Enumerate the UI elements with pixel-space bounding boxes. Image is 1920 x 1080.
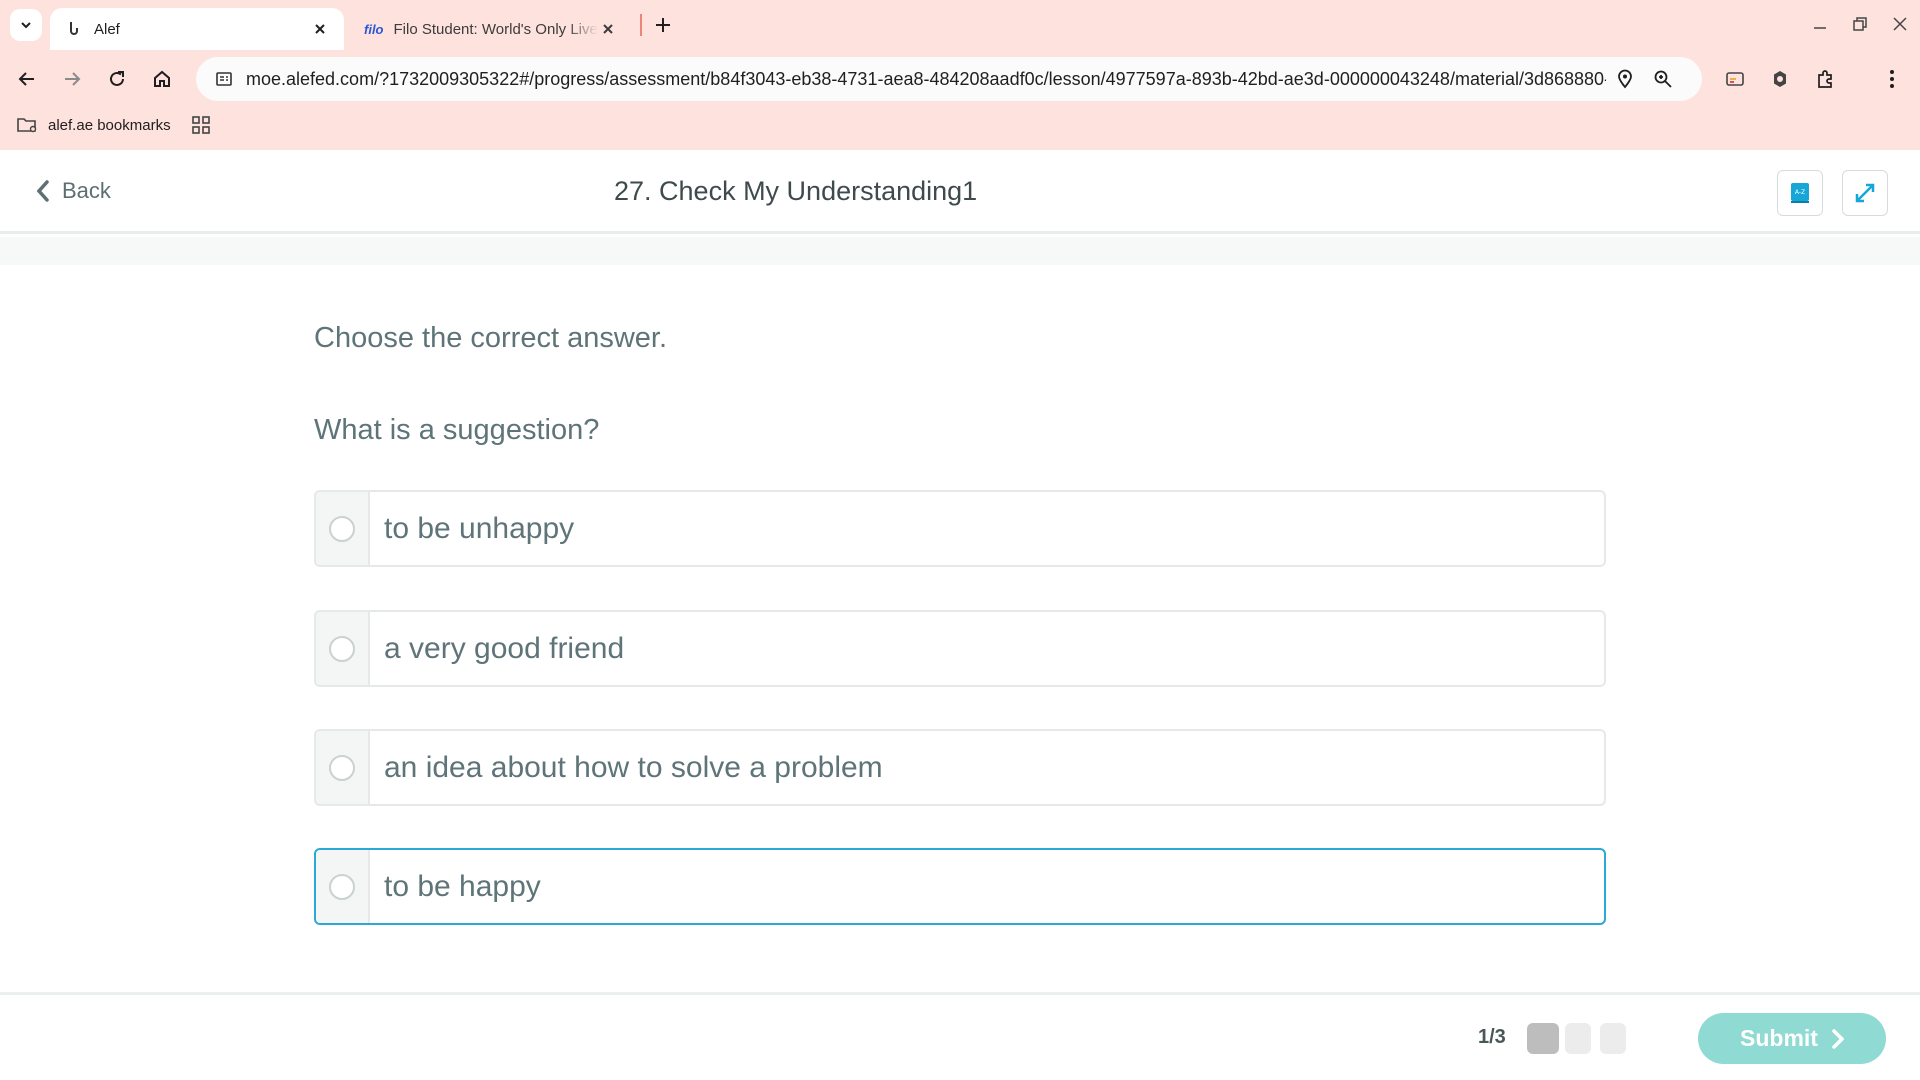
page-dot-active[interactable]: [1527, 1023, 1559, 1054]
forward-nav-button[interactable]: [55, 62, 89, 96]
close-icon[interactable]: [310, 19, 330, 39]
close-window-button[interactable]: [1886, 10, 1914, 38]
browser-toolbar: moe.alefed.com/?1732009305322#/progress/…: [0, 50, 1920, 108]
browser-menu-button[interactable]: [1875, 62, 1909, 96]
fullscreen-button[interactable]: [1842, 170, 1888, 216]
answer-option[interactable]: to be happy: [314, 848, 1606, 925]
more-vert-icon: [1890, 70, 1894, 88]
page-dot[interactable]: [1600, 1023, 1626, 1054]
footer-divider: [0, 992, 1920, 995]
page-dot[interactable]: [1565, 1023, 1591, 1054]
restore-button[interactable]: [1846, 10, 1874, 38]
alef-favicon-icon: [64, 20, 82, 38]
folder-icon: [16, 116, 38, 134]
bookmarks-bar: alef.ae bookmarks: [0, 108, 1920, 150]
home-icon: [154, 70, 170, 87]
puzzle-icon: [1818, 70, 1832, 88]
chevron-left-icon: [36, 180, 50, 202]
tab-filo[interactable]: filo Filo Student: World's Only Live Ins…: [352, 8, 630, 50]
home-button[interactable]: [145, 62, 179, 96]
page-indicator: 1/3: [1478, 1026, 1506, 1048]
bookmark-folder[interactable]: alef.ae bookmarks: [16, 116, 171, 134]
expand-icon: [1855, 183, 1875, 203]
address-bar[interactable]: moe.alefed.com/?1732009305322#/progress/…: [196, 57, 1702, 101]
apps-grid-icon[interactable]: [192, 116, 210, 139]
new-tab-button[interactable]: [650, 12, 676, 38]
extension-button[interactable]: [1763, 62, 1797, 96]
close-icon[interactable]: [598, 19, 618, 39]
close-icon: [1893, 17, 1907, 31]
extensions-menu-button[interactable]: [1808, 62, 1842, 96]
header-shadow-strip: [0, 237, 1920, 265]
arrow-right-icon: [65, 72, 81, 86]
chevron-right-icon: [1832, 1028, 1844, 1049]
option-text: an idea about how to solve a problem: [384, 750, 883, 784]
answer-option[interactable]: to be unhappy: [314, 490, 1606, 567]
radio-cell[interactable]: [316, 492, 370, 565]
radio-button[interactable]: [329, 635, 355, 662]
radio-button[interactable]: [329, 515, 355, 542]
minimize-icon: [1814, 27, 1826, 29]
radio-cell[interactable]: [316, 850, 370, 923]
question-instruction: Choose the correct answer.: [314, 322, 668, 354]
extension-gear-icon: [1774, 71, 1786, 87]
radio-button[interactable]: [329, 873, 355, 900]
tab-title: Filo Student: World's Only Live Instant …: [393, 20, 599, 38]
tab-search-button[interactable]: [10, 9, 42, 41]
tab-alef[interactable]: Alef: [50, 8, 344, 50]
radio-button[interactable]: [329, 754, 355, 781]
filo-favicon-icon: filo: [364, 21, 384, 37]
question-prompt: What is a suggestion?: [314, 414, 600, 446]
back-button[interactable]: Back: [36, 178, 111, 204]
lesson-header: Back 27. Check My Understanding1 A-Z: [0, 150, 1920, 234]
option-text: a very good friend: [384, 631, 625, 665]
svg-text:A-Z: A-Z: [1795, 189, 1805, 196]
back-nav-button[interactable]: [10, 62, 44, 96]
option-text: to be happy: [384, 869, 541, 903]
answer-option[interactable]: an idea about how to solve a problem: [314, 729, 1606, 806]
tab-separator: [640, 14, 642, 36]
reload-button[interactable]: [100, 62, 134, 96]
submit-label: Submit: [1740, 1025, 1818, 1051]
zoom-icon[interactable]: [1644, 60, 1682, 98]
reload-icon: [110, 71, 124, 86]
bookmark-label: alef.ae bookmarks: [48, 116, 171, 134]
minimize-button[interactable]: [1806, 10, 1834, 38]
location-icon[interactable]: [1606, 60, 1644, 98]
answer-option[interactable]: a very good friend: [314, 610, 1606, 687]
restore-icon: [1853, 17, 1867, 31]
tab-title: Alef: [94, 20, 120, 38]
glossary-book-icon: A-Z: [1791, 183, 1809, 203]
plus-icon: [656, 18, 670, 32]
cast-icon: [1726, 72, 1744, 86]
back-label: Back: [62, 178, 111, 203]
glossary-button[interactable]: A-Z: [1777, 170, 1823, 216]
arrow-left-icon: [18, 72, 34, 86]
radio-cell[interactable]: [316, 731, 370, 804]
submit-button[interactable]: Submit: [1698, 1013, 1886, 1064]
option-text: to be unhappy: [384, 511, 575, 545]
cast-button[interactable]: [1718, 62, 1752, 96]
site-info-icon[interactable]: [202, 57, 246, 101]
browser-tab-strip: Alef filo Filo Student: World's Only Liv…: [0, 0, 1920, 50]
chevron-down-icon: [21, 22, 31, 29]
radio-cell[interactable]: [316, 612, 370, 685]
page-title: 27. Check My Understanding1: [614, 176, 978, 206]
url-text[interactable]: moe.alefed.com/?1732009305322#/progress/…: [246, 69, 1606, 90]
